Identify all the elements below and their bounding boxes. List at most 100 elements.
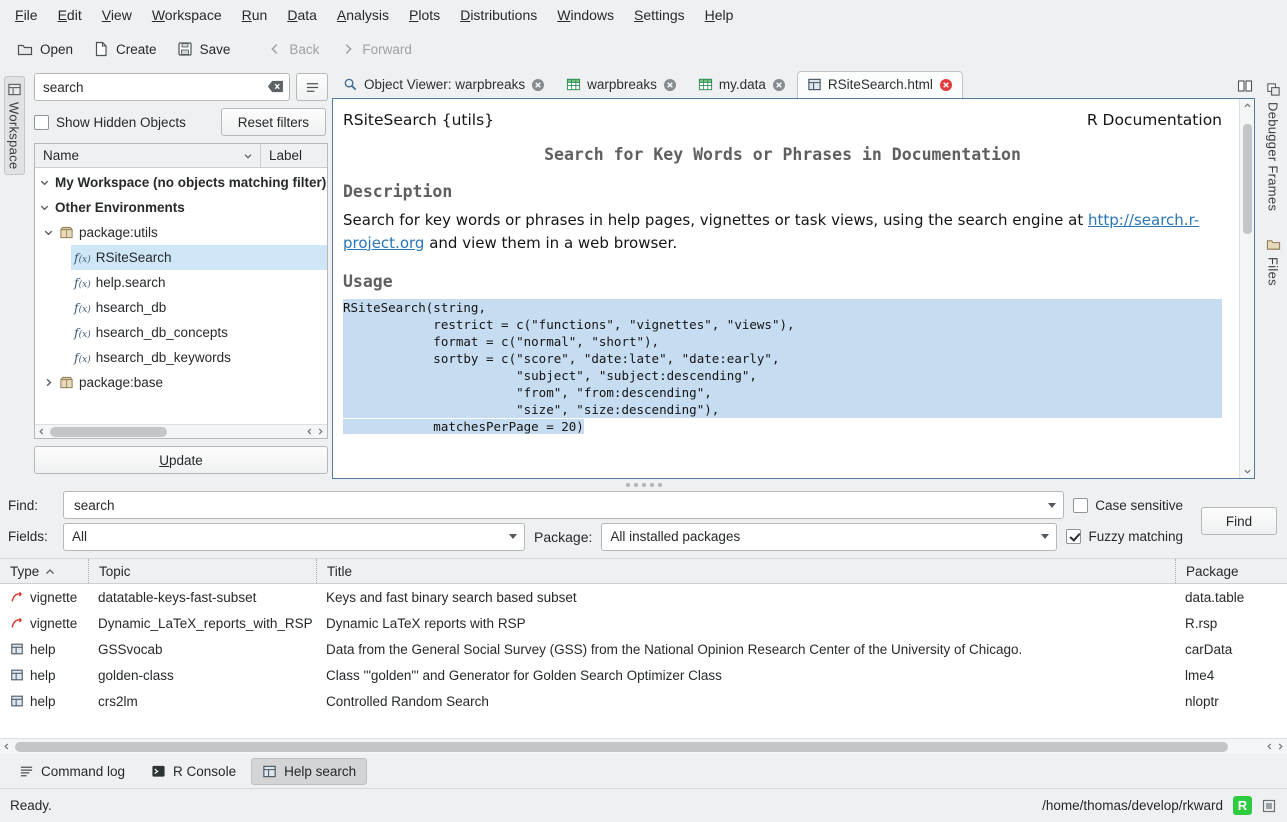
code-line: "size", "size:descending"), xyxy=(343,401,1222,418)
main-toolbar: Open Create Save Back Forward xyxy=(0,30,1287,68)
column-header-name[interactable]: Name xyxy=(35,144,261,167)
code-line: format = c("normal", "short"), xyxy=(343,333,1222,350)
fields-combobox[interactable]: All xyxy=(63,523,525,551)
menu-data[interactable]: Data xyxy=(278,3,326,27)
split-view-button[interactable] xyxy=(1237,78,1253,94)
tab-object-viewer-warpbreaks[interactable]: Object Viewer: warpbreaks xyxy=(333,71,555,98)
tree-item-other-environments[interactable]: Other Environments xyxy=(35,195,327,220)
menu-help[interactable]: Help xyxy=(696,3,743,27)
package-icon xyxy=(59,225,74,240)
tree-item-rsitesearch[interactable]: f(x) RSiteSearch xyxy=(35,245,327,270)
chevron-down-icon[interactable] xyxy=(38,201,52,214)
toolview-r-console[interactable]: R Console xyxy=(140,758,247,785)
toolview-tab-debugger-frames[interactable]: Debugger Frames xyxy=(1263,76,1284,217)
create-button[interactable]: Create xyxy=(84,36,166,62)
scroll-up-icon[interactable] xyxy=(1243,101,1252,110)
chevron-down-icon[interactable] xyxy=(502,534,524,539)
scroll-left-icon[interactable] xyxy=(1265,742,1274,751)
close-icon[interactable] xyxy=(663,78,677,92)
chevron-down-icon[interactable] xyxy=(1034,534,1056,539)
menu-distributions[interactable]: Distributions xyxy=(451,3,546,27)
column-header-topic[interactable]: Topic xyxy=(88,559,316,583)
tree-item-hsearch-db[interactable]: f(x) hsearch_db xyxy=(35,295,327,320)
case-sensitive-checkbox[interactable]: Case sensitive xyxy=(1073,498,1183,513)
back-button[interactable]: Back xyxy=(259,37,328,62)
workspace-search-input[interactable] xyxy=(34,73,290,101)
result-row[interactable]: help golden-class Class '"golden"' and G… xyxy=(0,662,1287,688)
fuzzy-matching-checkbox[interactable]: Fuzzy matching xyxy=(1066,529,1183,544)
result-row[interactable]: help GSSvocab Data from the General Soci… xyxy=(0,636,1287,662)
close-icon[interactable] xyxy=(772,78,786,92)
scroll-down-icon[interactable] xyxy=(1243,467,1252,476)
package-combobox[interactable]: All installed packages xyxy=(601,523,1057,551)
menu-file[interactable]: File xyxy=(6,3,47,27)
tree-item-my-workspace[interactable]: My Workspace (no objects matching filter… xyxy=(35,170,327,195)
column-header-package[interactable]: Package xyxy=(1175,559,1287,583)
find-button[interactable]: Find xyxy=(1201,507,1277,535)
result-row[interactable]: vignette Dynamic_LaTeX_reports_with_RSP … xyxy=(0,610,1287,636)
menu-edit[interactable]: Edit xyxy=(49,3,91,27)
forward-button[interactable]: Forward xyxy=(332,37,421,62)
menu-analysis[interactable]: Analysis xyxy=(328,3,398,27)
tree-item-package-utils[interactable]: package:utils xyxy=(35,220,327,245)
result-row[interactable]: vignette datatable-keys-fast-subset Keys… xyxy=(0,584,1287,610)
column-header-title[interactable]: Title xyxy=(316,559,1175,583)
toolview-help-search[interactable]: Help search xyxy=(251,758,367,785)
menu-workspace[interactable]: Workspace xyxy=(143,3,231,27)
toolview-command-log[interactable]: Command log xyxy=(8,758,136,785)
sort-ascending-icon xyxy=(45,568,55,575)
save-icon xyxy=(177,41,193,57)
results-horizontal-scrollbar[interactable] xyxy=(0,738,1287,754)
tree-item-hsearch-db-concepts[interactable]: f(x) hsearch_db_concepts xyxy=(35,320,327,345)
tab-my-data[interactable]: my.data xyxy=(688,71,796,98)
menu-settings[interactable]: Settings xyxy=(625,3,694,27)
clear-search-icon[interactable] xyxy=(267,80,284,93)
toolview-tab-files[interactable]: Files xyxy=(1263,231,1284,292)
reset-filters-button[interactable]: Reset filters xyxy=(221,108,326,136)
splitter-handle[interactable] xyxy=(0,481,1287,488)
scrollbar-thumb[interactable] xyxy=(50,427,167,437)
status-bar: Ready. /home/thomas/develop/rkward R xyxy=(0,788,1287,822)
object-list-header: Name Label xyxy=(35,144,327,168)
result-row[interactable]: help crs2lm Controlled Random Search nlo… xyxy=(0,688,1287,714)
save-button[interactable]: Save xyxy=(168,36,240,62)
tree-item-hsearch-db-keywords[interactable]: f(x) hsearch_db_keywords xyxy=(35,345,327,370)
scroll-left-icon[interactable] xyxy=(2,742,11,751)
tree-item-package-base[interactable]: package:base xyxy=(35,370,327,395)
menu-plots[interactable]: Plots xyxy=(400,3,449,27)
open-button[interactable]: Open xyxy=(8,36,82,62)
tree-horizontal-scrollbar[interactable] xyxy=(35,424,327,438)
code-line: RSiteSearch(string, xyxy=(343,299,1222,316)
menu-windows[interactable]: Windows xyxy=(548,3,623,27)
working-directory: /home/thomas/develop/rkward xyxy=(1042,798,1223,813)
scroll-right-icon[interactable] xyxy=(1276,742,1285,751)
scrollbar-thumb[interactable] xyxy=(1243,124,1252,234)
close-icon[interactable] xyxy=(531,78,545,92)
list-options-icon xyxy=(305,80,320,95)
find-combobox[interactable] xyxy=(63,491,1064,519)
scroll-left-icon[interactable] xyxy=(305,427,314,436)
find-input[interactable] xyxy=(72,497,1041,514)
tab-warpbreaks[interactable]: warpbreaks xyxy=(556,71,687,98)
chevron-down-icon[interactable] xyxy=(42,226,56,239)
show-hidden-objects-checkbox[interactable]: Show Hidden Objects xyxy=(34,115,186,130)
scroll-right-icon[interactable] xyxy=(316,427,325,436)
column-header-label[interactable]: Label xyxy=(261,148,327,163)
toolview-tab-workspace[interactable]: Workspace xyxy=(4,76,25,175)
help-vertical-scrollbar[interactable] xyxy=(1239,99,1254,478)
chevron-down-icon[interactable] xyxy=(38,176,52,189)
tree-item-help-search[interactable]: f(x) help.search xyxy=(35,270,327,295)
chevron-down-icon[interactable] xyxy=(1041,503,1063,508)
tab-rsitesearch-html[interactable]: RSiteSearch.html xyxy=(797,71,963,98)
scrollbar-thumb[interactable] xyxy=(15,742,1228,752)
list-options-button[interactable] xyxy=(296,73,328,101)
column-header-type[interactable]: Type xyxy=(0,559,88,583)
chevron-right-icon[interactable] xyxy=(42,376,56,389)
status-widget-icon[interactable] xyxy=(1261,798,1277,814)
menu-run[interactable]: Run xyxy=(233,3,277,27)
close-icon[interactable] xyxy=(939,78,953,92)
menu-view[interactable]: View xyxy=(93,3,141,27)
update-button[interactable]: Update xyxy=(34,446,328,474)
workspace-icon xyxy=(7,82,22,97)
scroll-left-icon[interactable] xyxy=(37,427,46,436)
